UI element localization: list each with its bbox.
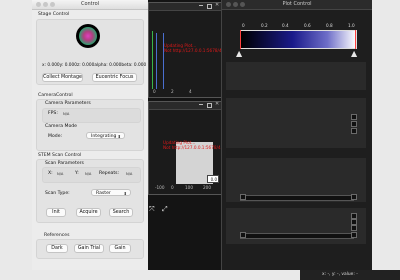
x-tick-label: 0: [171, 185, 174, 190]
maximize-icon[interactable]: [207, 4, 212, 9]
minimize-icon[interactable]: [199, 5, 203, 6]
dark-button[interactable]: Dark: [46, 244, 68, 253]
x-tick-label: -100: [155, 185, 165, 190]
close-icon[interactable]: ✕: [215, 101, 219, 107]
horizontal-scrollbar[interactable]: [240, 233, 354, 239]
repeats-label: Repeats:: [99, 171, 120, 176]
colormap-bar[interactable]: [240, 30, 357, 49]
plot-line-blue-2: [163, 33, 164, 89]
plot-window-top: ✕ Updating Plot... Not http://127.0.0.1:5…: [148, 2, 222, 98]
plot-control-title: Plot Control: [282, 1, 312, 7]
maximize-icon[interactable]: [207, 103, 212, 108]
camera-mode-title: Camera Mode: [45, 124, 78, 129]
value-box[interactable]: 0.0: [207, 175, 219, 183]
minimize-window-button[interactable]: [233, 2, 238, 7]
stem-scan-control-title: STEM Scan Control: [38, 153, 82, 158]
scroll-right-arrow[interactable]: [351, 194, 357, 200]
scan-y-value: N/A: [85, 172, 92, 176]
camera-mode-value: Integrating: [91, 134, 117, 139]
disabled-group: [226, 62, 366, 90]
control-titlebar: Control: [32, 0, 148, 10]
scan-type-value: Raster: [96, 191, 111, 196]
camera-control-title: CameraControl: [38, 93, 73, 98]
scale-tick-label: 0.6: [304, 23, 311, 28]
checkbox[interactable]: [351, 114, 357, 120]
scale-tick-label: 0.8: [326, 23, 333, 28]
plot-line-green: [152, 31, 153, 89]
eucentric-focus-button[interactable]: Eucentric Focus: [92, 73, 137, 82]
chevron-updown-icon: ⬍: [117, 134, 121, 139]
scan-x-label: X:: [48, 171, 53, 176]
gain-trial-button[interactable]: Gain Trial: [74, 244, 104, 253]
scan-parameters-title: Scan Parameters: [45, 161, 84, 166]
collect-montage-button[interactable]: Collect Montage: [42, 73, 83, 82]
plot-top-titlebar: ✕: [149, 2, 221, 11]
fps-value: N/A: [63, 112, 70, 116]
minimize-icon[interactable]: [199, 104, 203, 105]
x-tick-label: 0: [153, 89, 156, 94]
close-icon[interactable]: ✕: [215, 2, 219, 8]
scroll-right-arrow[interactable]: [351, 232, 357, 238]
close-window-button[interactable]: [226, 2, 231, 7]
scroll-left-arrow[interactable]: [240, 232, 246, 238]
x-tick-label: 100: [185, 185, 193, 190]
camera-parameters-title: Camera Parameters: [45, 101, 91, 106]
status-bar: x: -, y: -, value: -: [300, 270, 400, 280]
acquire-button[interactable]: Acquire: [76, 208, 101, 217]
checkbox[interactable]: [351, 128, 357, 134]
plot-control-window: Plot Control 0 0.2 0.4 0.6 0.8 1.0 ▲ ▲: [221, 0, 372, 270]
zoom-window-button[interactable]: [240, 2, 245, 7]
close-window-button[interactable]: [36, 2, 41, 7]
updating-plot-message: Updating Plot... Not http://127.0.0.1:567…: [163, 140, 221, 150]
checkbox[interactable]: [351, 121, 357, 127]
disabled-group: [226, 98, 366, 148]
scale-tick-label: 0.4: [282, 23, 289, 28]
updating-plot-message: Updating Plot... Not http://127.0.0.1:567…: [164, 43, 222, 53]
stage-coordinates: x: 0.000y: 0.000z: 0.000alpha: 0.000beta…: [42, 63, 147, 68]
init-button[interactable]: Init: [46, 208, 66, 217]
scan-type-label: Scan Type:: [45, 191, 70, 196]
scan-y-label: Y:: [75, 171, 79, 176]
x-tick-label: 4: [189, 89, 192, 94]
search-button[interactable]: Search: [109, 208, 133, 217]
checkbox[interactable]: [351, 225, 357, 231]
scale-tick-label: 1.0: [348, 23, 355, 28]
scale-tick-label: 0.2: [261, 23, 268, 28]
colormap-max-marker[interactable]: [355, 30, 356, 49]
scale-tick-label: 0: [242, 23, 245, 28]
plot-line-blue: [156, 33, 157, 89]
zoom-window-button[interactable]: [50, 2, 55, 7]
scroll-left-arrow[interactable]: [240, 194, 246, 200]
repeats-value: N/A: [126, 172, 133, 176]
plot-window-bottom: ✕ Updating Plot... Not http://127.0.0.1:5…: [148, 101, 222, 195]
stage-position-indicator[interactable]: [76, 24, 100, 48]
max-handle-icon[interactable]: ▲: [351, 50, 357, 58]
control-window: Control Stage Control x: 0.000y: 0.000z:…: [32, 0, 149, 270]
horizontal-scrollbar[interactable]: [240, 195, 354, 201]
fps-label: FPS:: [48, 111, 58, 116]
control-title: Control: [80, 1, 100, 7]
x-tick-label: 200: [203, 185, 211, 190]
scan-type-select[interactable]: Raster ⬍: [91, 189, 131, 196]
mode-label: Mode:: [48, 134, 63, 139]
references-title: References: [44, 233, 70, 238]
scan-x-value: N/A: [57, 172, 64, 176]
gain-button[interactable]: Gain: [109, 244, 131, 253]
plot-bottom-titlebar: ✕: [149, 101, 221, 110]
min-handle-icon[interactable]: ▲: [236, 50, 242, 58]
x-tick-label: 2: [171, 89, 174, 94]
collapse-icon[interactable]: ⤧: [149, 205, 155, 214]
chevron-updown-icon: ⬍: [123, 191, 127, 196]
stage-control-title: Stage Control: [38, 12, 70, 17]
camera-mode-select[interactable]: Integrating ⬍: [86, 132, 125, 139]
plot-control-titlebar: Plot Control: [222, 0, 372, 10]
minimize-window-button[interactable]: [43, 2, 48, 7]
colormap-min-marker[interactable]: [240, 30, 241, 49]
expand-icon[interactable]: ⤢: [162, 205, 168, 214]
